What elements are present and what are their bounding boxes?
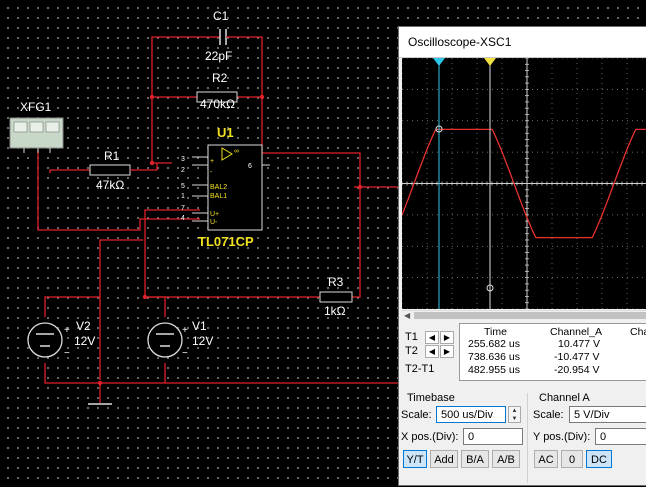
dc-source-v1-icon[interactable]: + − — [147, 322, 188, 359]
oscilloscope-screen[interactable] — [402, 58, 646, 309]
t1-time-value: 255.682 us — [468, 338, 520, 350]
opamp-bal1-label: BAL1 — [210, 193, 227, 200]
add-mode-button[interactable]: Add — [430, 450, 458, 468]
ab-mode-button[interactable]: A/B — [492, 450, 520, 468]
t2-t1-label: T2-T1 — [405, 363, 435, 375]
r1-value-label: 47kΩ — [96, 178, 124, 192]
opamp-pin-5: 5 — [181, 183, 185, 190]
opamp-part-label: TL071CP — [198, 234, 254, 249]
scope-scrollbar[interactable]: ◀ — [402, 310, 646, 321]
opamp-ref-label: U1 — [217, 125, 234, 140]
svg-text:+: + — [182, 325, 188, 336]
opamp-bal2-label: BAL2 — [210, 184, 227, 191]
time-column-header: Time — [484, 326, 507, 338]
r2-ref-label: R2 — [212, 71, 228, 85]
svg-text:−: − — [64, 348, 70, 359]
cursor-t2-handle[interactable] — [484, 58, 496, 66]
v2-ref-label: V2 — [76, 319, 91, 333]
cursor-t1-handle[interactable] — [433, 58, 445, 66]
t2-right-arrow-icon[interactable]: ▶ — [440, 345, 454, 358]
scroll-left-arrow-icon[interactable]: ◀ — [404, 311, 410, 320]
cursor-readout-table: Time Channel_A Cha 255.682 us 10.477 V 7… — [459, 323, 646, 381]
xfg1-label: XFG1 — [20, 100, 52, 114]
opamp-pin-4: 4 — [181, 215, 185, 222]
channel-a-section-label: Channel A — [539, 392, 590, 404]
zero-coupling-button[interactable]: 0 — [561, 450, 583, 468]
timebase-scale-label: Scale: — [401, 409, 432, 421]
cursor-readout-panel: T1 T2 T2-T1 ◀ ▶ ◀ ▶ Time Channel_A Cha 2… — [401, 323, 646, 383]
opamp-vpos-label: U+ — [210, 211, 219, 218]
opamp-plus-label: + — [210, 158, 214, 165]
r3-ref-label: R3 — [328, 275, 344, 289]
timebase-scale-input[interactable]: 500 us/Div — [436, 406, 506, 423]
channel-a-ypos-label: Y pos.(Div): — [533, 431, 591, 443]
t1-channel-a-value: 10.477 V — [558, 338, 601, 350]
opamp-u1-icon[interactable] — [192, 144, 270, 231]
c1-value-label: 22pF — [205, 49, 232, 63]
opamp-inf-symbol: ∞ — [234, 148, 239, 155]
delta-channel-a-value: -20.954 V — [554, 364, 600, 376]
v1-ref-label: V1 — [192, 319, 207, 333]
opamp-pin-7: 7 — [181, 205, 185, 212]
timebase-xpos-input[interactable]: 0 — [463, 428, 523, 445]
yt-mode-button[interactable]: Y/T — [403, 450, 427, 468]
svg-text:+: + — [64, 325, 70, 336]
controls-separator — [527, 393, 528, 483]
c1-ref-label: C1 — [213, 9, 229, 23]
t1-left-arrow-icon[interactable]: ◀ — [425, 331, 439, 344]
scope-display — [402, 58, 646, 309]
opamp-vneg-label: U- — [210, 219, 218, 226]
t2-label: T2 — [405, 345, 418, 357]
v2-value-label: 12V — [74, 334, 95, 348]
r2-value-label: 470kΩ — [200, 97, 235, 111]
channel-a-scale-input[interactable]: 5 V/Div — [569, 406, 646, 423]
r3-value-label: 1kΩ — [324, 304, 346, 318]
r1-ref-label: R1 — [104, 149, 120, 163]
t1-label: T1 — [405, 331, 418, 343]
svg-text:−: − — [182, 348, 188, 359]
delta-time-value: 482.955 us — [468, 364, 520, 376]
dc-coupling-button[interactable]: DC — [586, 450, 612, 468]
timebase-section-label: Timebase — [407, 392, 455, 404]
channel-a-column-header: Channel_A — [550, 326, 602, 338]
timebase-xpos-label: X pos.(Div): — [401, 431, 459, 443]
opamp-pin-1: 1 — [181, 193, 185, 200]
t2-time-value: 738.636 us — [468, 351, 520, 363]
ba-mode-button[interactable]: B/A — [461, 450, 489, 468]
t2-channel-a-value: -10.477 V — [554, 351, 600, 363]
timebase-scale-spinner-icon[interactable]: ▲ ▼ — [508, 406, 521, 423]
opamp-pin-6: 6 — [248, 163, 252, 170]
t1-right-arrow-icon[interactable]: ▶ — [440, 331, 454, 344]
function-generator-icon[interactable] — [9, 117, 64, 153]
channel-a-scale-label: Scale: — [533, 409, 564, 421]
opamp-pin-2: 2 — [181, 167, 185, 174]
scope-controls: Timebase Scale: 500 us/Div ▲ ▼ X pos.(Div… — [399, 387, 646, 487]
opamp-pin-3: 3 — [181, 156, 185, 163]
oscilloscope-title: Oscilloscope-XSC1 — [408, 35, 512, 49]
ac-coupling-button[interactable]: AC — [534, 450, 558, 468]
dc-source-v2-icon[interactable]: + − — [27, 322, 70, 359]
v1-value-label: 12V — [192, 334, 213, 348]
scope-scroll-thumb[interactable] — [414, 312, 646, 319]
channel-b-column-header: Cha — [630, 326, 646, 338]
oscilloscope-window[interactable]: Oscilloscope-XSC1 ◀ T1 T2 T2-T1 ◀ ▶ ◀ ▶ … — [398, 26, 646, 486]
oscilloscope-title-bar[interactable]: Oscilloscope-XSC1 — [399, 27, 646, 58]
channel-a-ypos-input[interactable]: 0 — [595, 428, 646, 445]
t2-left-arrow-icon[interactable]: ◀ — [425, 345, 439, 358]
